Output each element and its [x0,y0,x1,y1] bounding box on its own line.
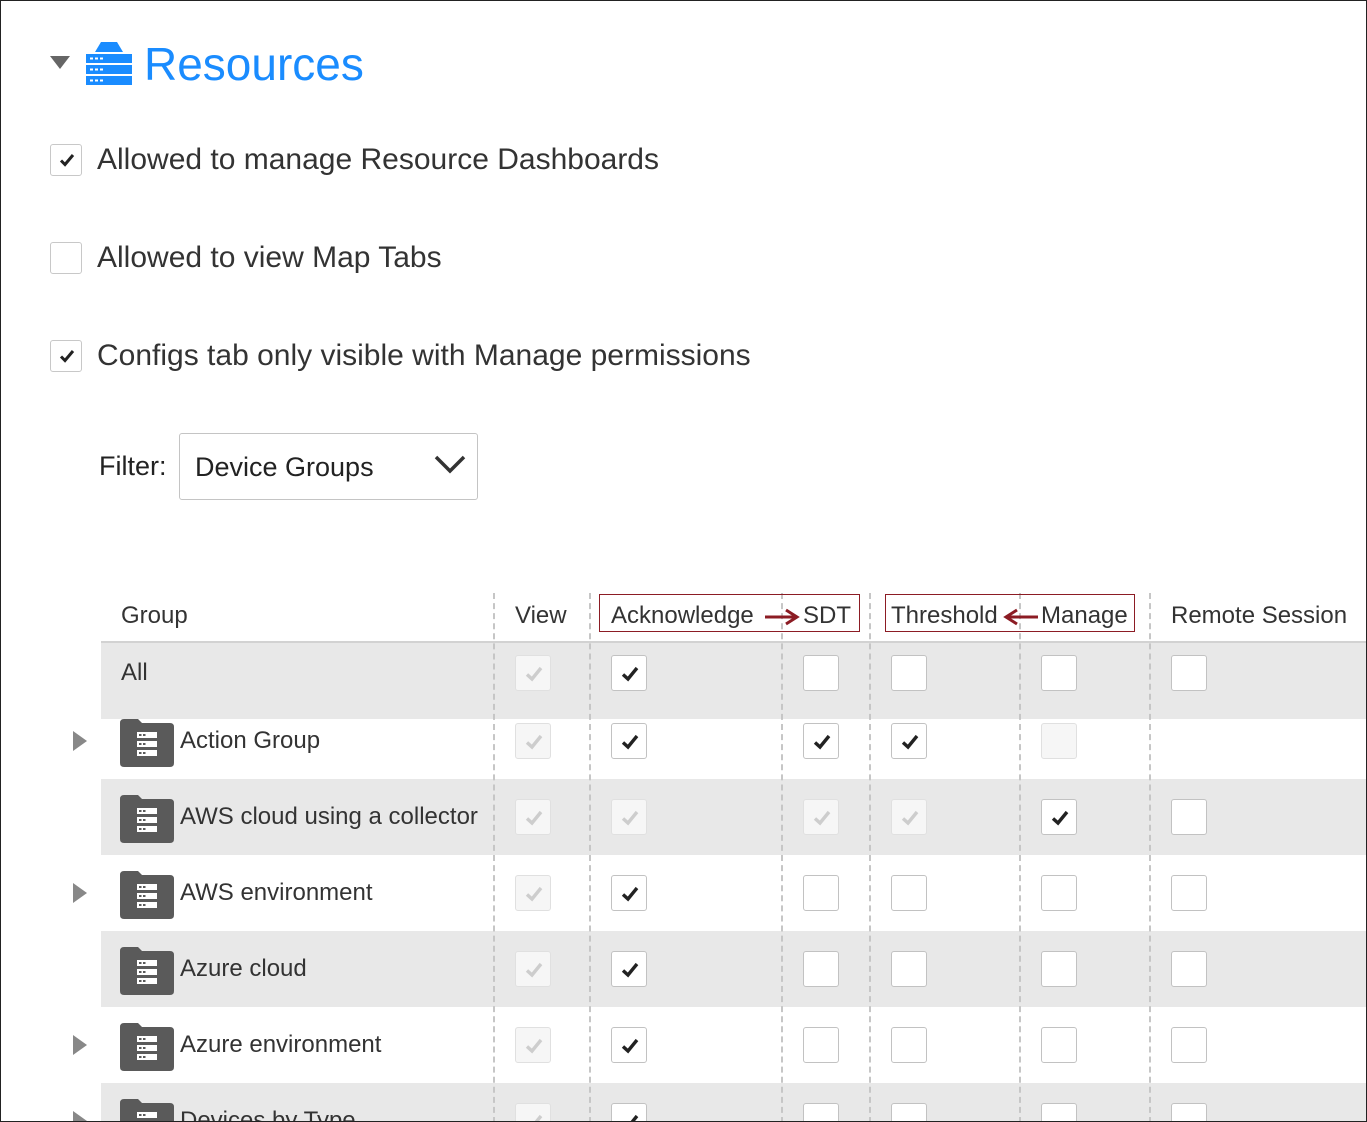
check-icon [525,810,543,826]
check-icon [621,666,639,682]
view-checkbox [515,1027,551,1063]
group-name[interactable]: All [121,656,148,690]
sdt-checkbox[interactable] [803,1103,839,1121]
remote-checkbox[interactable] [1171,951,1207,987]
remote-checkbox[interactable] [1171,655,1207,691]
sdt-checkbox[interactable] [803,723,839,759]
ack-checkbox[interactable] [611,655,647,691]
view-checkbox [515,655,551,691]
check-icon [534,1114,543,1121]
device-group-icon [120,871,174,919]
device-group-icon [120,795,174,843]
check-icon [525,962,543,978]
check-icon [621,962,639,978]
sdt-checkbox [803,799,839,835]
remote-checkbox[interactable] [1171,1103,1207,1121]
check-icon [621,1038,639,1054]
threshold-checkbox[interactable] [891,951,927,987]
group-name[interactable]: AWS environment [180,876,373,910]
threshold-checkbox[interactable] [891,1103,927,1121]
sdt-checkbox[interactable] [803,655,839,691]
group-name[interactable]: Azure cloud [180,952,307,986]
remote-checkbox[interactable] [1171,799,1207,835]
ack-checkbox[interactable] [611,1027,647,1063]
device-group-icon [120,719,174,767]
check-icon [621,886,639,902]
check-icon [813,734,831,750]
ack-checkbox[interactable] [611,1103,647,1121]
remote-checkbox[interactable] [1171,1027,1207,1063]
view-checkbox [515,1103,551,1121]
sdt-checkbox[interactable] [803,951,839,987]
check-icon [813,810,831,826]
permissions-table-body: All Action Group AWS cloud using a collect… [1,1,1366,1121]
check-icon [621,810,639,826]
expand-row-arrow-icon[interactable] [73,883,87,903]
group-name[interactable]: AWS cloud using a collector [180,800,478,834]
view-checkbox [515,875,551,911]
group-name[interactable]: Action Group [180,724,320,758]
check-icon [901,810,919,826]
sdt-checkbox[interactable] [803,1027,839,1063]
check-icon [525,886,543,902]
ack-checkbox [611,799,647,835]
manage-checkbox[interactable] [1041,951,1077,987]
manage-checkbox [1041,723,1077,759]
view-checkbox [515,799,551,835]
ack-checkbox[interactable] [611,723,647,759]
check-icon [525,734,543,750]
view-checkbox [515,951,551,987]
resources-permissions-panel: Resources Allowed to manage Resource Das… [0,0,1367,1122]
ack-checkbox[interactable] [611,951,647,987]
check-icon [621,734,639,750]
manage-checkbox[interactable] [1041,655,1077,691]
manage-checkbox[interactable] [1041,875,1077,911]
manage-checkbox[interactable] [1041,1027,1077,1063]
device-group-icon [120,947,174,995]
check-icon [525,666,543,682]
expand-row-arrow-icon[interactable] [73,1035,87,1055]
sdt-checkbox[interactable] [803,875,839,911]
manage-checkbox[interactable] [1041,1103,1077,1121]
device-group-icon [120,1023,174,1071]
check-icon [630,1114,639,1121]
remote-checkbox[interactable] [1171,875,1207,911]
threshold-checkbox[interactable] [891,655,927,691]
expand-row-arrow-icon[interactable] [73,731,87,751]
device-group-icon [120,1099,174,1121]
ack-checkbox[interactable] [611,875,647,911]
threshold-checkbox [891,799,927,835]
check-icon [525,1038,543,1054]
check-icon [901,734,919,750]
view-checkbox [515,723,551,759]
manage-checkbox[interactable] [1041,799,1077,835]
group-name[interactable]: Azure environment [180,1028,381,1062]
expand-row-arrow-icon[interactable] [73,1111,87,1121]
threshold-checkbox[interactable] [891,875,927,911]
threshold-checkbox[interactable] [891,1027,927,1063]
check-icon [1051,810,1069,826]
group-name[interactable]: Devices by Type [180,1104,356,1121]
threshold-checkbox[interactable] [891,723,927,759]
